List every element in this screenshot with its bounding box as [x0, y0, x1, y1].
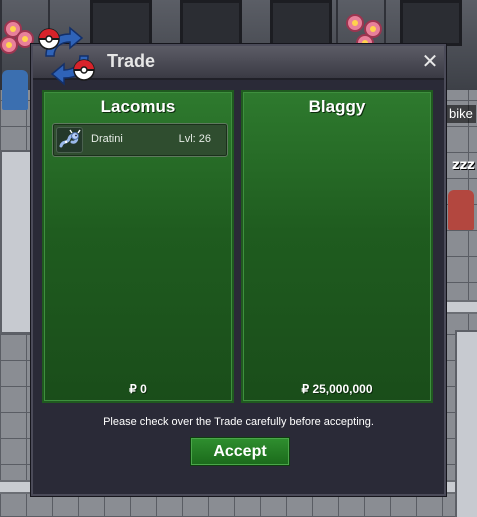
- npc-character[interactable]: [448, 190, 474, 230]
- dratini-icon: [56, 127, 83, 153]
- window-title: Trade: [107, 51, 156, 71]
- offered-pokemon-slot[interactable]: Dratini Lvl: 26: [52, 123, 228, 157]
- building-window: [270, 0, 332, 46]
- flower: [346, 14, 364, 32]
- npc-character[interactable]: [2, 70, 28, 110]
- npc-name-tag: bike: [446, 105, 476, 123]
- accept-button[interactable]: Accept: [190, 437, 290, 466]
- trade-arrows-icon: [36, 26, 104, 86]
- building-window: [400, 0, 462, 46]
- pillar: [455, 330, 477, 517]
- right-trader-panel: Blaggy ₽ 25,000,000: [241, 90, 433, 403]
- trade-notice: Please check over the Trade carefully be…: [103, 416, 374, 428]
- pokemon-level: Lvl: 26: [178, 133, 211, 145]
- trade-window: Trade ✕ Lacomus Dratini Lvl: 26 ₽ 0 Blag…: [31, 44, 446, 496]
- sleep-indicator: zzz: [452, 158, 475, 173]
- left-trader-name: Lacomus: [100, 97, 176, 116]
- left-trader-money: ₽ 0: [129, 382, 147, 396]
- close-button[interactable]: ✕: [420, 51, 440, 71]
- right-trader-name: Blaggy: [308, 97, 366, 116]
- pokemon-name: Dratini: [91, 133, 123, 145]
- building-window: [180, 0, 242, 46]
- left-trader-panel: Lacomus Dratini Lvl: 26 ₽ 0: [42, 90, 234, 403]
- right-trader-money: ₽ 25,000,000: [301, 382, 373, 396]
